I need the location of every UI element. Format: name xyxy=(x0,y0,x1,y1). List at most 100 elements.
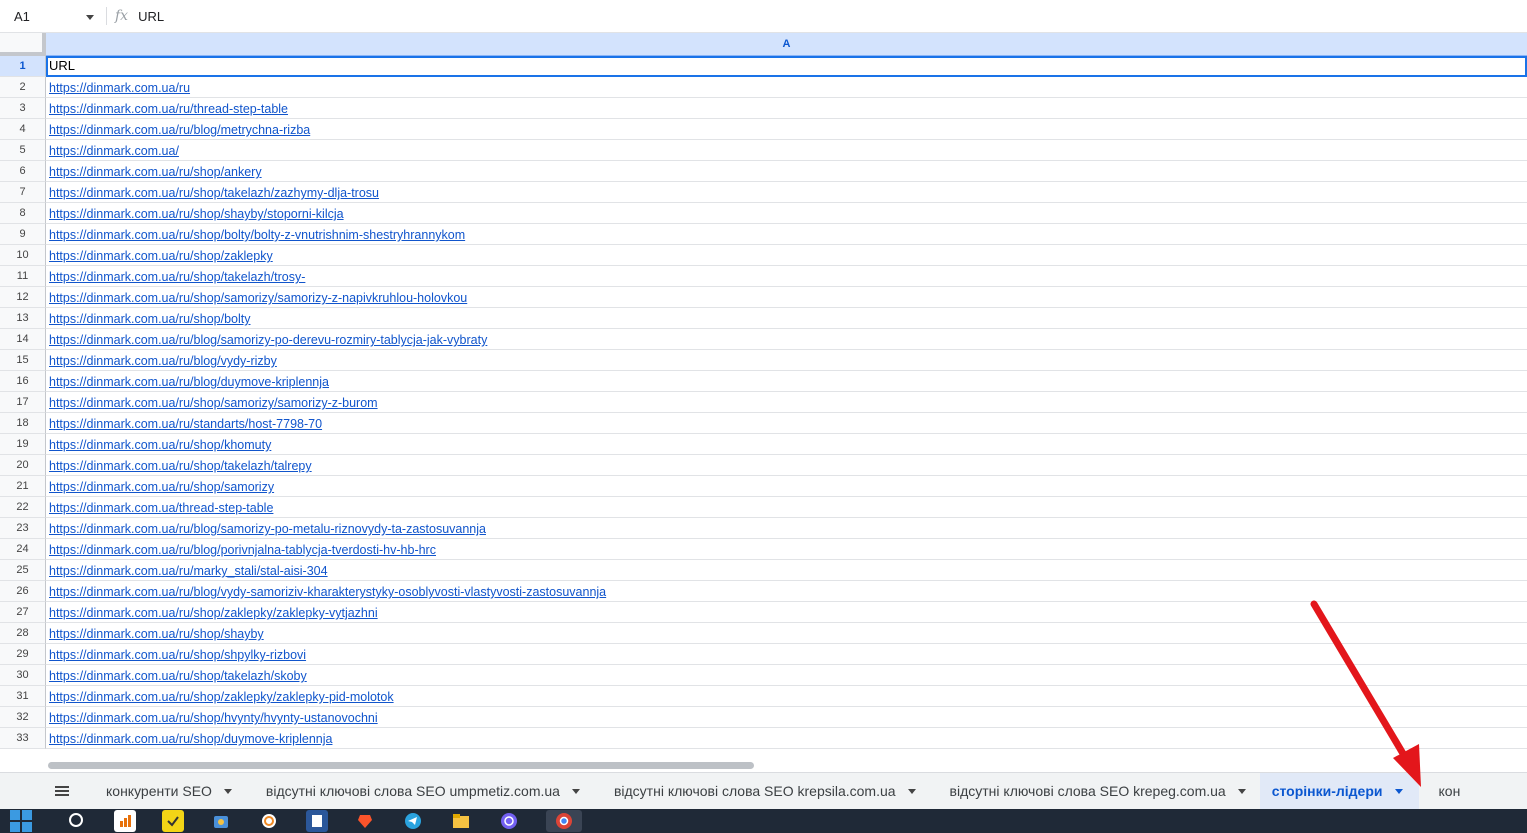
url-link[interactable]: https://dinmark.com.ua/ru/marky_stali/st… xyxy=(49,564,328,578)
url-link[interactable]: https://dinmark.com.ua/ru/blog/samorizy-… xyxy=(49,333,487,347)
url-link[interactable]: https://dinmark.com.ua/ru/shop/samorizy xyxy=(49,480,274,494)
url-cell[interactable]: https://dinmark.com.ua/ru/blog/duymove-k… xyxy=(46,371,1527,392)
chevron-down-icon[interactable] xyxy=(1237,788,1246,794)
sheet-tab-competitors-seo[interactable]: конкуренти SEO xyxy=(86,773,246,809)
url-cell[interactable]: https://dinmark.com.ua/ru/blog/vydy-samo… xyxy=(46,581,1527,602)
windows-start-icon[interactable] xyxy=(10,810,32,832)
row-number[interactable]: 6 xyxy=(0,161,46,182)
row-number[interactable]: 33 xyxy=(0,728,46,749)
url-cell[interactable]: https://dinmark.com.ua/ru/shop/takelazh/… xyxy=(46,266,1527,287)
url-link[interactable]: https://dinmark.com.ua/ru/shop/samorizy/… xyxy=(49,396,378,410)
row-number[interactable]: 2 xyxy=(0,77,46,98)
url-cell[interactable]: https://dinmark.com.ua/ru/shop/samorizy/… xyxy=(46,287,1527,308)
row-number[interactable]: 28 xyxy=(0,623,46,644)
row-number[interactable]: 8 xyxy=(0,203,46,224)
horizontal-scrollbar[interactable] xyxy=(46,758,1527,772)
chevron-down-icon[interactable] xyxy=(1394,788,1403,794)
row-number[interactable]: 7 xyxy=(0,182,46,203)
url-cell[interactable]: https://dinmark.com.ua/ru/marky_stali/st… xyxy=(46,560,1527,581)
row-number[interactable]: 16 xyxy=(0,371,46,392)
url-link[interactable]: https://dinmark.com.ua/ru/shop/takelazh/… xyxy=(49,459,312,473)
url-link[interactable]: https://dinmark.com.ua/ru/blog/vydy-samo… xyxy=(49,585,606,599)
url-link[interactable]: https://dinmark.com.ua/ru/shop/ankery xyxy=(49,165,262,179)
row-number[interactable]: 3 xyxy=(0,98,46,119)
url-cell[interactable]: https://dinmark.com.ua/ru/blog/samorizy-… xyxy=(46,329,1527,350)
row-number[interactable]: 19 xyxy=(0,434,46,455)
url-cell[interactable]: https://dinmark.com.ua/ru/shop/hvynty/hv… xyxy=(46,707,1527,728)
row-number[interactable]: 4 xyxy=(0,119,46,140)
row-number[interactable]: 23 xyxy=(0,518,46,539)
url-link[interactable]: https://dinmark.com.ua/ru/thread-step-ta… xyxy=(49,102,288,116)
url-link[interactable]: https://dinmark.com.ua/ru/shop/shpylky-r… xyxy=(49,648,306,662)
row-number[interactable]: 1 xyxy=(0,56,46,77)
url-cell[interactable]: https://dinmark.com.ua/ru/blog/porivnjal… xyxy=(46,539,1527,560)
sticky-notes-icon[interactable] xyxy=(162,810,184,832)
url-cell[interactable]: https://dinmark.com.ua/ xyxy=(46,140,1527,161)
row-number[interactable]: 13 xyxy=(0,308,46,329)
url-link[interactable]: https://dinmark.com.ua/ru/shop/takelazh/… xyxy=(49,669,307,683)
row-number[interactable]: 31 xyxy=(0,686,46,707)
paint-app-icon[interactable] xyxy=(210,810,232,832)
vpn-app-icon[interactable] xyxy=(258,810,280,832)
scrollbar-thumb[interactable] xyxy=(48,762,754,769)
row-number[interactable]: 9 xyxy=(0,224,46,245)
row-number[interactable]: 20 xyxy=(0,455,46,476)
chart-app-icon[interactable] xyxy=(114,810,136,832)
all-sheets-menu-button[interactable] xyxy=(38,773,86,809)
chrome-icon[interactable] xyxy=(546,810,582,832)
url-link[interactable]: https://dinmark.com.ua/ru/shop/shayby xyxy=(49,627,264,641)
url-link[interactable]: https://dinmark.com.ua/ru/shop/khomuty xyxy=(49,438,271,452)
url-cell[interactable]: https://dinmark.com.ua/thread-step-table xyxy=(46,497,1527,518)
url-cell[interactable]: https://dinmark.com.ua/ru/shop/samorizy/… xyxy=(46,392,1527,413)
url-cell[interactable]: https://dinmark.com.ua/ru/shop/shayby xyxy=(46,623,1527,644)
url-cell[interactable]: https://dinmark.com.ua/ru/standarts/host… xyxy=(46,413,1527,434)
url-link[interactable]: https://dinmark.com.ua/ru/shop/bolty/bol… xyxy=(49,228,465,242)
row-number[interactable]: 18 xyxy=(0,413,46,434)
url-cell[interactable]: https://dinmark.com.ua/ru/shop/takelazh/… xyxy=(46,182,1527,203)
url-link[interactable]: https://dinmark.com.ua/ru/shop/samorizy/… xyxy=(49,291,467,305)
url-link[interactable]: https://dinmark.com.ua/ru/shop/bolty xyxy=(49,312,250,326)
url-link[interactable]: https://dinmark.com.ua/thread-step-table xyxy=(49,501,273,515)
row-number[interactable]: 14 xyxy=(0,329,46,350)
row-number[interactable]: 32 xyxy=(0,707,46,728)
header-cell[interactable]: URL xyxy=(46,56,1527,77)
url-link[interactable]: https://dinmark.com.ua/ru/shop/takelazh/… xyxy=(49,270,305,284)
url-cell[interactable]: https://dinmark.com.ua/ru/shop/duymove-k… xyxy=(46,728,1527,749)
sheet-tab-missing-keywords-umpmetiz[interactable]: відсутні ключові слова SEO umpmetiz.com.… xyxy=(246,773,594,809)
url-cell[interactable]: https://dinmark.com.ua/ru/shop/ankery xyxy=(46,161,1527,182)
brave-browser-icon[interactable] xyxy=(354,810,376,832)
chevron-down-icon[interactable] xyxy=(223,788,232,794)
url-cell[interactable]: https://dinmark.com.ua/ru/blog/metrychna… xyxy=(46,119,1527,140)
row-number[interactable]: 12 xyxy=(0,287,46,308)
url-cell[interactable]: https://dinmark.com.ua/ru/shop/zaklepky/… xyxy=(46,686,1527,707)
column-header-a[interactable]: A xyxy=(46,33,1527,56)
url-link[interactable]: https://dinmark.com.ua/ru/standarts/host… xyxy=(49,417,322,431)
url-link[interactable]: https://dinmark.com.ua/ru/blog/samorizy-… xyxy=(49,522,486,536)
row-number[interactable]: 25 xyxy=(0,560,46,581)
url-cell[interactable]: https://dinmark.com.ua/ru/shop/bolty xyxy=(46,308,1527,329)
url-link[interactable]: https://dinmark.com.ua/ru/shop/zaklepky xyxy=(49,249,273,263)
url-cell[interactable]: https://dinmark.com.ua/ru/shop/zaklepky/… xyxy=(46,602,1527,623)
url-cell[interactable]: https://dinmark.com.ua/ru/shop/khomuty xyxy=(46,434,1527,455)
sheet-tab-leader-pages[interactable]: сторінки-лідери xyxy=(1259,773,1419,809)
url-cell[interactable]: https://dinmark.com.ua/ru/shop/bolty/bol… xyxy=(46,224,1527,245)
name-box[interactable]: A1 xyxy=(0,0,100,33)
chevron-down-icon[interactable] xyxy=(571,788,580,794)
url-link[interactable]: https://dinmark.com.ua/ru/shop/zaklepky/… xyxy=(49,606,378,620)
url-link[interactable]: https://dinmark.com.ua/ru/shop/takelazh/… xyxy=(49,186,379,200)
row-number[interactable]: 5 xyxy=(0,140,46,161)
select-all-corner[interactable] xyxy=(0,33,46,56)
url-link[interactable]: https://dinmark.com.ua/ru/blog/vydy-rizb… xyxy=(49,354,277,368)
file-explorer-icon[interactable] xyxy=(450,810,472,832)
formula-input[interactable]: URL xyxy=(138,9,164,24)
row-number[interactable]: 11 xyxy=(0,266,46,287)
url-link[interactable]: https://dinmark.com.ua/ru/shop/duymove-k… xyxy=(49,732,332,746)
url-link[interactable]: https://dinmark.com.ua/ru xyxy=(49,81,190,95)
url-link[interactable]: https://dinmark.com.ua/ru/blog/metrychna… xyxy=(49,123,310,137)
url-cell[interactable]: https://dinmark.com.ua/ru/shop/samorizy xyxy=(46,476,1527,497)
url-link[interactable]: https://dinmark.com.ua/ xyxy=(49,144,179,158)
row-number[interactable]: 30 xyxy=(0,665,46,686)
url-cell[interactable]: https://dinmark.com.ua/ru/thread-step-ta… xyxy=(46,98,1527,119)
url-cell[interactable]: https://dinmark.com.ua/ru/shop/zaklepky xyxy=(46,245,1527,266)
row-number[interactable]: 22 xyxy=(0,497,46,518)
